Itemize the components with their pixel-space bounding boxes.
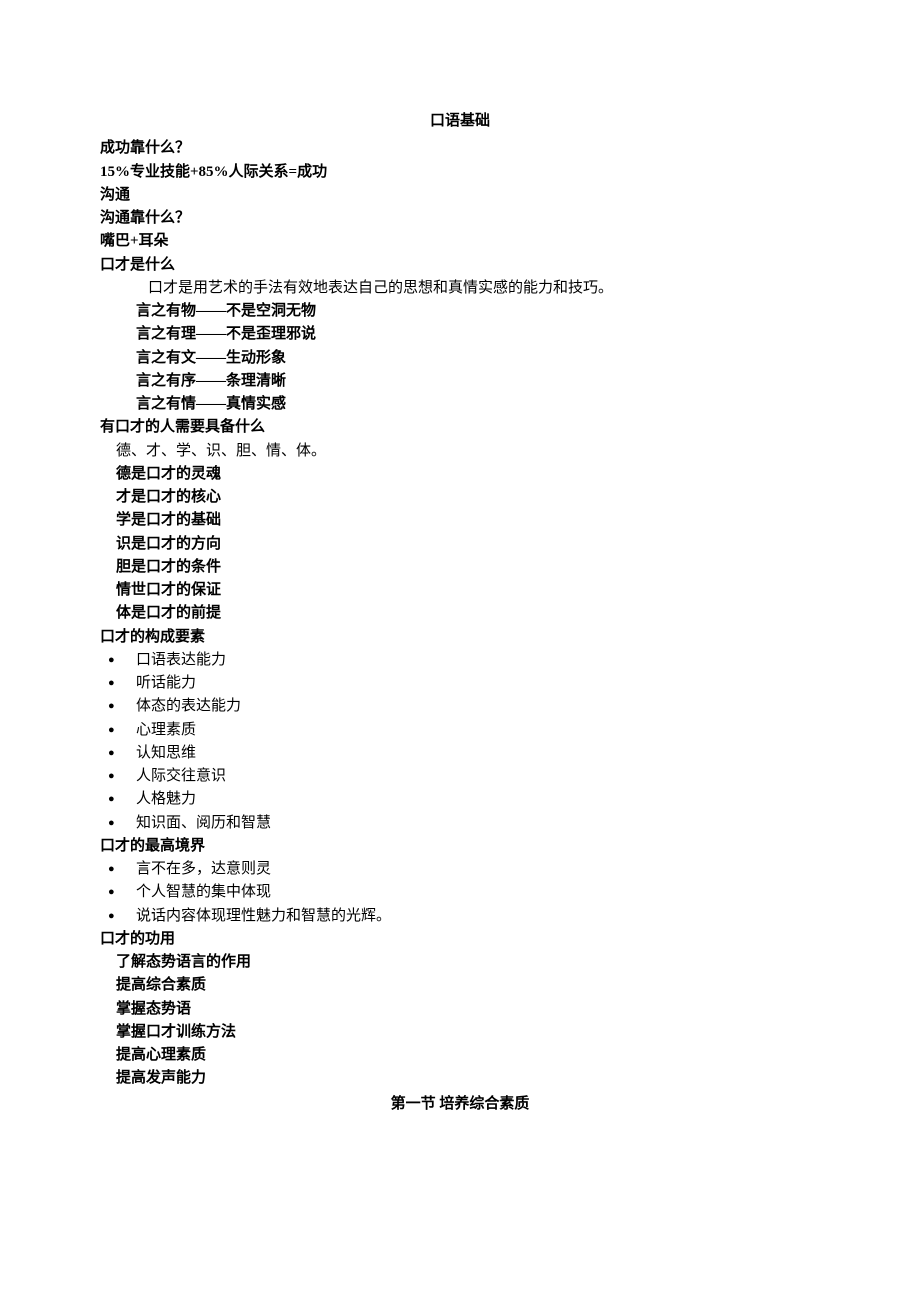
yan-item: 言之有情——真情实感	[100, 393, 820, 416]
bullet-text: 听话能力	[136, 675, 196, 691]
bullet-text: 知识面、阅历和智慧	[136, 815, 271, 831]
section-title: 第一节 培养综合素质	[100, 1093, 820, 1116]
bullet-text: 心理素质	[136, 722, 196, 738]
text-mouth-ear: 嘴巴+耳朵	[100, 230, 820, 253]
text-jubei-desc: 德、才、学、识、胆、情、体。	[100, 440, 820, 463]
heading-jingjie: 口才的最高境界	[100, 835, 820, 858]
text-koucai-desc: 口才是用艺术的手法有效地表达自己的思想和真情实感的能力和技巧。	[100, 277, 820, 300]
de-item: 学是口才的基础	[100, 509, 820, 532]
yan-item: 言之有文——生动形象	[100, 347, 820, 370]
jingjie-item: 言不在多，达意则灵	[100, 858, 820, 881]
heading-gongyong: 口才的功用	[100, 928, 820, 951]
yan-item: 言之有序——条理清晰	[100, 370, 820, 393]
yaosu-item: 心理素质	[100, 719, 820, 742]
gongyong-item: 掌握口才训练方法	[100, 1021, 820, 1044]
bullet-text: 体态的表达能力	[136, 698, 241, 714]
yaosu-item: 知识面、阅历和智慧	[100, 812, 820, 835]
jingjie-item: 说话内容体现理性魅力和智慧的光辉。	[100, 905, 820, 928]
bullet-text: 言不在多，达意则灵	[136, 861, 271, 877]
gongyong-item: 提高心理素质	[100, 1044, 820, 1067]
de-item: 情世口才的保证	[100, 579, 820, 602]
heading-success: 成功靠什么？	[100, 137, 820, 160]
yan-item: 言之有物——不是空洞无物	[100, 300, 820, 323]
bullet-text: 认知思维	[136, 745, 196, 761]
text-goutong: 沟通	[100, 184, 820, 207]
bullet-text: 个人智慧的集中体现	[136, 884, 271, 900]
heading-koucai-what: 口才是什么	[100, 254, 820, 277]
yaosu-item: 口语表达能力	[100, 649, 820, 672]
heading-yaosu: 口才的构成要素	[100, 626, 820, 649]
yaosu-item: 人格魅力	[100, 788, 820, 811]
bullet-text: 口语表达能力	[136, 652, 226, 668]
bullet-text: 人格魅力	[136, 791, 196, 807]
de-item: 胆是口才的条件	[100, 556, 820, 579]
yaosu-item: 听话能力	[100, 672, 820, 695]
gongyong-item: 了解态势语言的作用	[100, 951, 820, 974]
bullet-text: 说话内容体现理性魅力和智慧的光辉。	[136, 908, 391, 924]
gongyong-item: 掌握态势语	[100, 998, 820, 1021]
page-title: 口语基础	[100, 110, 820, 133]
yaosu-item: 人际交往意识	[100, 765, 820, 788]
de-item: 才是口才的核心	[100, 486, 820, 509]
de-item: 德是口才的灵魂	[100, 463, 820, 486]
yaosu-item: 认知思维	[100, 742, 820, 765]
de-item: 识是口才的方向	[100, 533, 820, 556]
text-formula: 15%专业技能+85%人际关系=成功	[100, 161, 820, 184]
bullet-text: 人际交往意识	[136, 768, 226, 784]
yan-item: 言之有理——不是歪理邪说	[100, 323, 820, 346]
heading-communication: 沟通靠什么？	[100, 207, 820, 230]
heading-jubei: 有口才的人需要具备什么	[100, 416, 820, 439]
de-item: 体是口才的前提	[100, 602, 820, 625]
yaosu-item: 体态的表达能力	[100, 695, 820, 718]
jingjie-item: 个人智慧的集中体现	[100, 881, 820, 904]
gongyong-item: 提高综合素质	[100, 974, 820, 997]
gongyong-item: 提高发声能力	[100, 1067, 820, 1090]
